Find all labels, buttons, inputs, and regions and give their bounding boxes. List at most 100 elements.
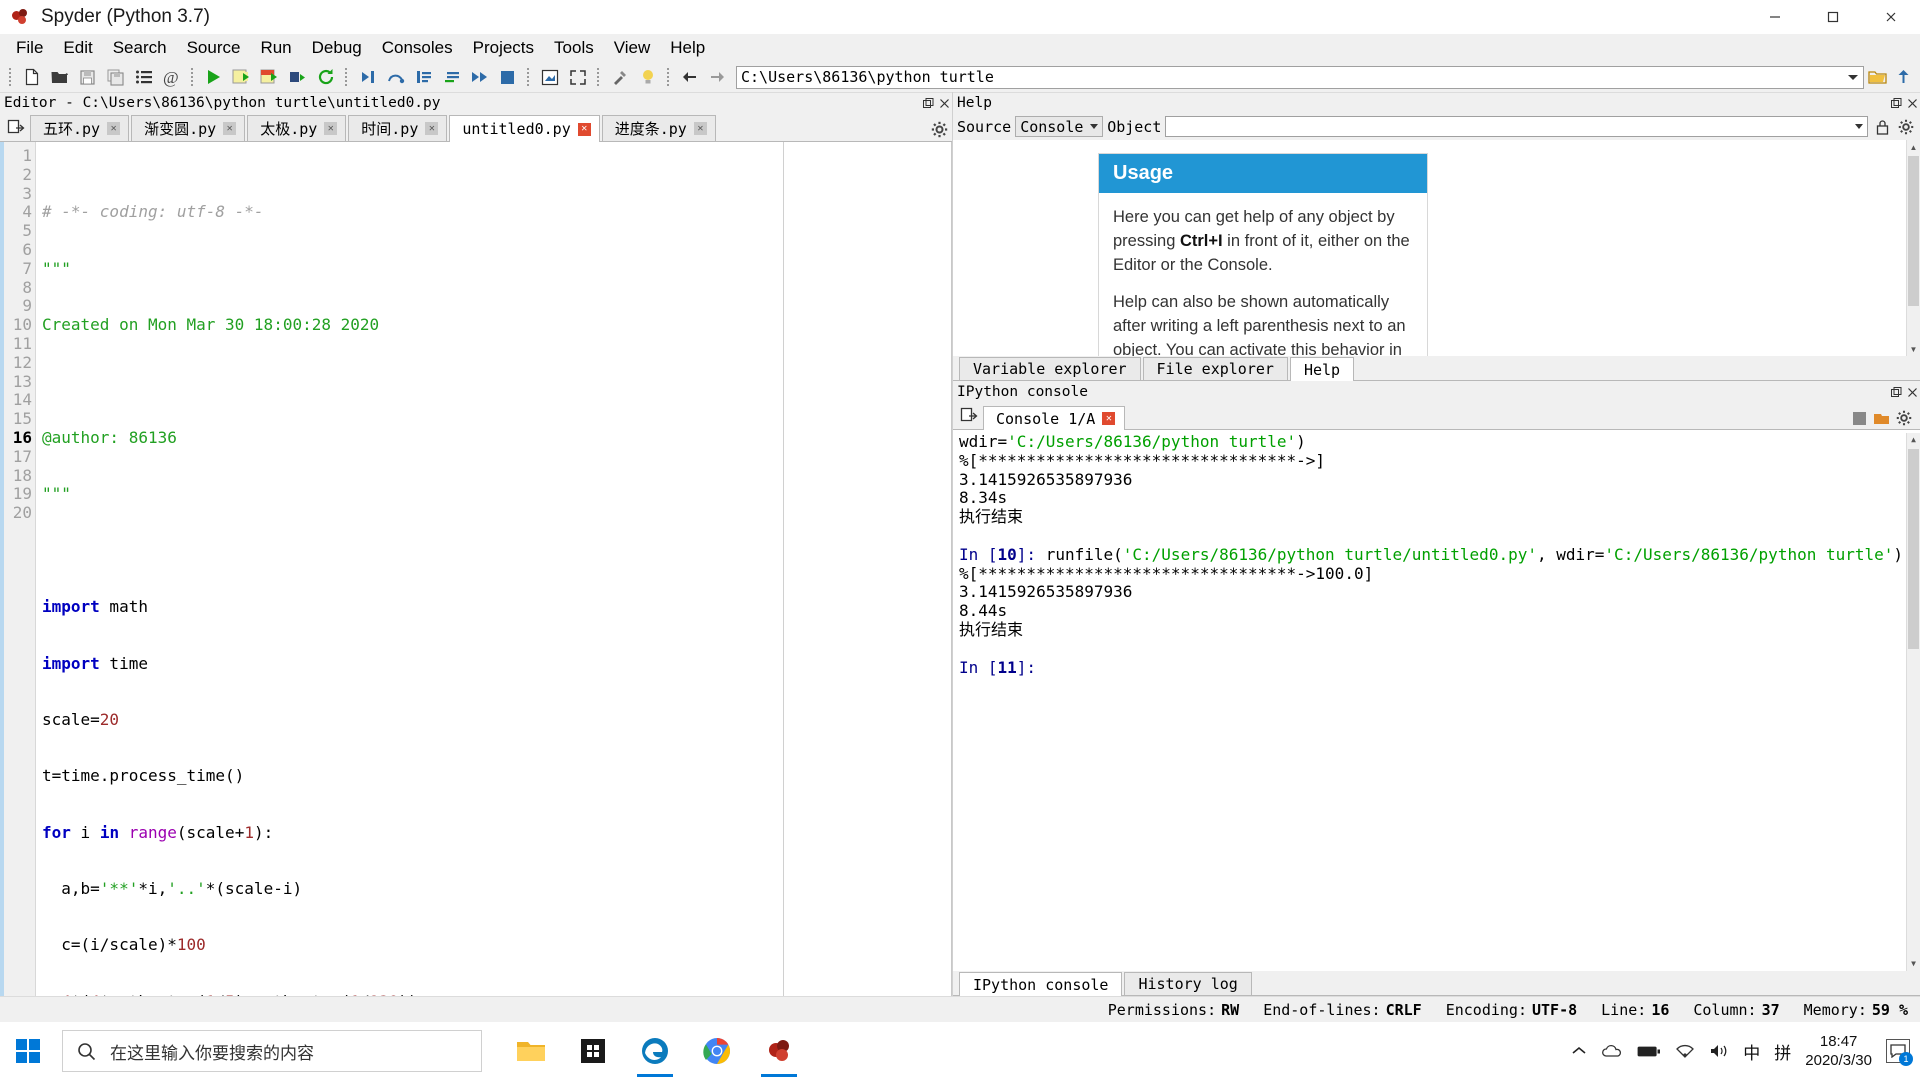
forward-icon[interactable] (704, 64, 731, 90)
arrow-up-icon[interactable] (1890, 65, 1916, 89)
maximize-pane-icon[interactable] (536, 64, 563, 90)
menu-view[interactable]: View (604, 35, 661, 61)
minimize-button[interactable] (1746, 0, 1804, 34)
tab-help[interactable]: Help (1289, 357, 1355, 381)
debug-step-over-icon[interactable] (382, 64, 409, 90)
browse-tabs-icon[interactable] (4, 114, 28, 140)
chevron-down-icon[interactable] (1848, 74, 1858, 80)
menu-source[interactable]: Source (177, 35, 251, 61)
ime-mode-indicator[interactable]: 拼 (1774, 1039, 1791, 1064)
undock-icon[interactable] (1888, 383, 1904, 401)
debug-continue-icon[interactable] (466, 64, 493, 90)
editor-tab-2[interactable]: 太极.py ✕ (247, 115, 347, 141)
close-tab-icon[interactable]: ✕ (324, 122, 338, 135)
help-object-input[interactable] (1165, 116, 1868, 137)
undock-icon[interactable] (920, 94, 936, 112)
new-file-icon[interactable] (18, 64, 45, 90)
save-file-icon[interactable] (74, 64, 101, 90)
menu-search[interactable]: Search (103, 35, 177, 61)
menu-projects[interactable]: Projects (463, 35, 544, 61)
undock-icon[interactable] (1888, 94, 1904, 112)
help-scrollbar[interactable]: ▲ ▼ (1906, 140, 1920, 356)
editor-tab-0[interactable]: 五环.py ✕ (30, 115, 130, 141)
editor-tab-1[interactable]: 渐变圆.py ✕ (131, 115, 246, 141)
tab-ipython-console[interactable]: IPython console (959, 972, 1123, 996)
debug-step-return-icon[interactable] (438, 64, 465, 90)
chrome-icon[interactable] (696, 1025, 738, 1077)
pythonpath-manager-icon[interactable] (634, 64, 661, 90)
maximize-button[interactable] (1804, 0, 1862, 34)
browse-tabs-icon[interactable] (957, 402, 981, 428)
taskbar-clock[interactable]: 18:47 2020/3/30 (1805, 1032, 1872, 1070)
file-switcher-icon[interactable] (130, 64, 157, 90)
lock-icon[interactable] (1872, 116, 1892, 138)
ime-indicator[interactable]: 中 (1743, 1039, 1760, 1064)
code-editor[interactable]: 1 2 3 4 5 6 7 8 9 10 11 12 13 14 15 16 1 (0, 142, 952, 996)
close-tab-icon[interactable]: ✕ (577, 122, 591, 136)
options-gear-icon[interactable] (926, 121, 952, 141)
network-icon[interactable] (1675, 1044, 1695, 1059)
close-icon[interactable] (1904, 383, 1920, 401)
scroll-up-icon[interactable]: ▲ (1907, 433, 1920, 447)
close-tab-icon[interactable]: ✕ (107, 122, 121, 135)
chevron-up-icon[interactable] (1571, 1045, 1587, 1057)
tab-variable-explorer[interactable]: Variable explorer (959, 357, 1141, 380)
edge-icon[interactable] (634, 1025, 676, 1077)
battery-icon[interactable] (1637, 1045, 1661, 1058)
close-icon[interactable] (936, 94, 952, 112)
cloud-icon[interactable] (1601, 1044, 1623, 1059)
close-tab-icon[interactable]: ✕ (693, 122, 707, 135)
console-output[interactable]: wdir='C:/Users/86136/python turtle') %[*… (953, 430, 1920, 971)
run-cell-advance-icon[interactable] (256, 64, 283, 90)
editor-tab-3[interactable]: 时间.py ✕ (348, 115, 448, 141)
stop-icon[interactable] (1852, 411, 1867, 426)
notification-icon[interactable]: 1 (1886, 1039, 1913, 1066)
run-file-icon[interactable] (200, 64, 227, 90)
menu-file[interactable]: File (6, 35, 53, 61)
menu-edit[interactable]: Edit (53, 35, 102, 61)
debug-step-into-icon[interactable] (410, 64, 437, 90)
menu-run[interactable]: Run (250, 35, 301, 61)
taskbar-search-input[interactable]: 在这里输入你要搜索的内容 (62, 1030, 482, 1072)
editor-tab-4[interactable]: untitled0.py ✕ (449, 115, 600, 142)
menu-consoles[interactable]: Consoles (372, 35, 463, 61)
scroll-down-icon[interactable]: ▼ (1907, 957, 1920, 971)
close-button[interactable] (1862, 0, 1920, 34)
file-explorer-icon[interactable] (510, 1025, 552, 1077)
scroll-down-icon[interactable]: ▼ (1907, 342, 1920, 356)
menu-help[interactable]: Help (660, 35, 715, 61)
preferences-icon[interactable] (606, 64, 633, 90)
close-tab-icon[interactable]: ✕ (1102, 412, 1116, 425)
browse-directory-icon[interactable] (1864, 65, 1890, 89)
debug-file-icon[interactable] (354, 64, 381, 90)
console-tab[interactable]: Console 1/A ✕ (983, 406, 1126, 430)
rerun-icon[interactable] (312, 64, 339, 90)
find-symbol-icon[interactable]: @ (158, 64, 185, 90)
spyder-icon[interactable] (758, 1025, 800, 1077)
working-directory-input[interactable]: C:\Users\86136\python turtle (736, 65, 1864, 89)
editor-tab-5[interactable]: 进度条.py ✕ (601, 115, 716, 141)
back-icon[interactable] (676, 64, 703, 90)
debug-stop-icon[interactable] (494, 64, 521, 90)
open-file-icon[interactable] (46, 64, 73, 90)
close-icon[interactable] (1904, 94, 1920, 112)
console-scrollbar[interactable]: ▲ ▼ (1906, 433, 1920, 971)
options-gear-icon[interactable] (1896, 410, 1912, 426)
volume-icon[interactable] (1709, 1043, 1729, 1059)
run-cell-icon[interactable] (228, 64, 255, 90)
scrollbar-thumb[interactable] (1908, 156, 1919, 306)
menu-tools[interactable]: Tools (544, 35, 604, 61)
env-icon[interactable] (1873, 411, 1890, 426)
gear-icon[interactable] (1896, 116, 1916, 138)
close-tab-icon[interactable]: ✕ (223, 122, 237, 135)
fullscreen-icon[interactable] (564, 64, 591, 90)
microsoft-store-icon[interactable] (572, 1025, 614, 1077)
close-tab-icon[interactable]: ✕ (425, 122, 439, 135)
scrollbar-thumb[interactable] (1908, 449, 1919, 649)
tab-file-explorer[interactable]: File explorer (1142, 357, 1288, 380)
code-text[interactable]: # -*- coding: utf-8 -*- """ Created on M… (36, 142, 951, 996)
chevron-down-icon[interactable] (1855, 124, 1863, 129)
menu-debug[interactable]: Debug (302, 35, 372, 61)
help-source-select[interactable]: Console (1015, 116, 1104, 137)
run-selection-icon[interactable] (284, 64, 311, 90)
